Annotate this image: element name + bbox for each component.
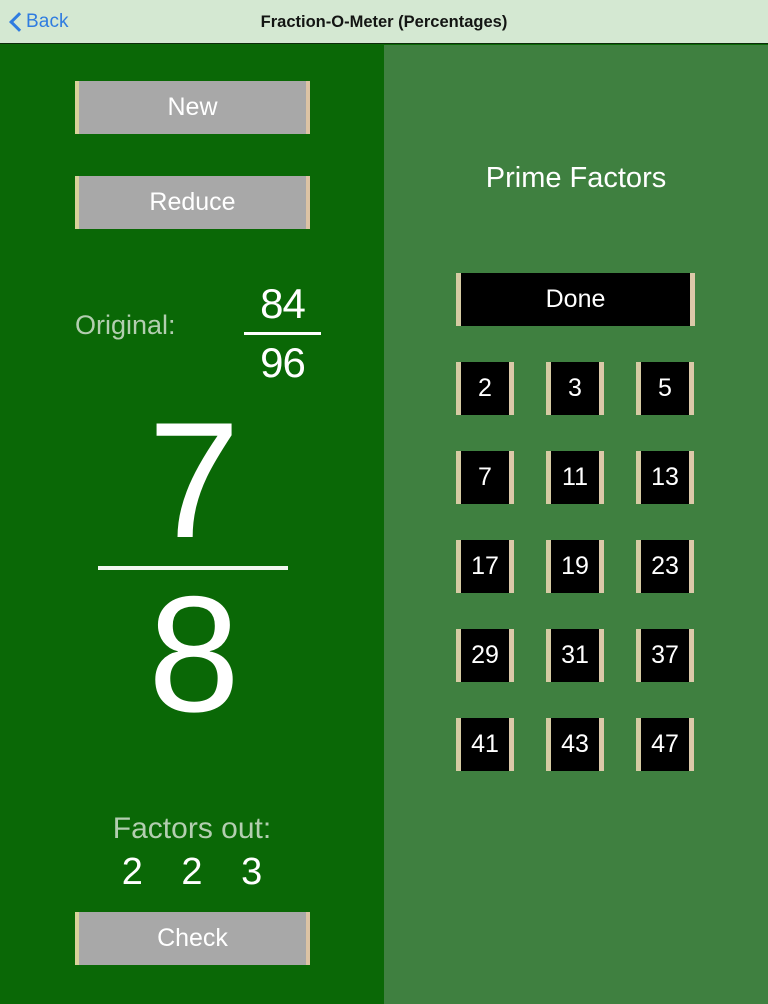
factors-out-section: Factors out: 2 2 3 — [0, 810, 384, 896]
original-fraction: 84 96 — [240, 277, 325, 390]
prime-tile-13[interactable]: 13 — [636, 451, 694, 504]
new-button[interactable]: New — [75, 81, 310, 134]
original-numerator: 84 — [260, 280, 306, 327]
reduce-button[interactable]: Reduce — [75, 176, 310, 229]
page-title: Fraction-O-Meter (Percentages) — [260, 13, 508, 31]
right-panel: Prime Factors Done 2 3 5 7 11 13 17 19 23 29 31 37 4… — [384, 45, 768, 1004]
left-panel: New Reduce Original: 84 96 7 8 Factors o… — [0, 45, 384, 1004]
original-fraction-row: Original: 84 96 — [0, 277, 384, 397]
prime-factors-title: Prime Factors — [485, 162, 667, 194]
prime-tile-17[interactable]: 17 — [456, 540, 514, 593]
prime-tile-11[interactable]: 11 — [546, 451, 604, 504]
prime-tile-41[interactable]: 41 — [456, 718, 514, 771]
navigation-bar: Back Fraction-O-Meter (Percentages) — [0, 0, 768, 44]
original-fraction-bar — [244, 332, 321, 335]
prime-tile-23[interactable]: 23 — [636, 540, 694, 593]
factors-out-label: Factors out: — [112, 812, 272, 845]
current-fraction: 7 8 — [98, 388, 288, 746]
current-numerator: 7 — [148, 388, 240, 572]
current-denominator: 8 — [148, 562, 240, 746]
prime-tile-2[interactable]: 2 — [456, 362, 514, 415]
prime-tile-31[interactable]: 31 — [546, 629, 604, 682]
check-button[interactable]: Check — [75, 912, 310, 965]
prime-tile-5[interactable]: 5 — [636, 362, 694, 415]
prime-tile-47[interactable]: 47 — [636, 718, 694, 771]
prime-tile-7[interactable]: 7 — [456, 451, 514, 504]
app-root: Back Fraction-O-Meter (Percentages) New … — [0, 0, 768, 1004]
prime-tile-3[interactable]: 3 — [546, 362, 604, 415]
prime-tile-43[interactable]: 43 — [546, 718, 604, 771]
original-denominator: 96 — [260, 339, 306, 386]
original-label: Original: — [75, 310, 176, 340]
prime-tile-19[interactable]: 19 — [546, 540, 604, 593]
factors-out-values: 2 2 3 — [121, 851, 277, 893]
prime-tile-29[interactable]: 29 — [456, 629, 514, 682]
done-button[interactable]: Done — [456, 273, 695, 326]
prime-tile-37[interactable]: 37 — [636, 629, 694, 682]
prime-factor-keypad: 2 3 5 7 11 13 17 19 23 29 31 37 41 43 47 — [456, 362, 696, 771]
